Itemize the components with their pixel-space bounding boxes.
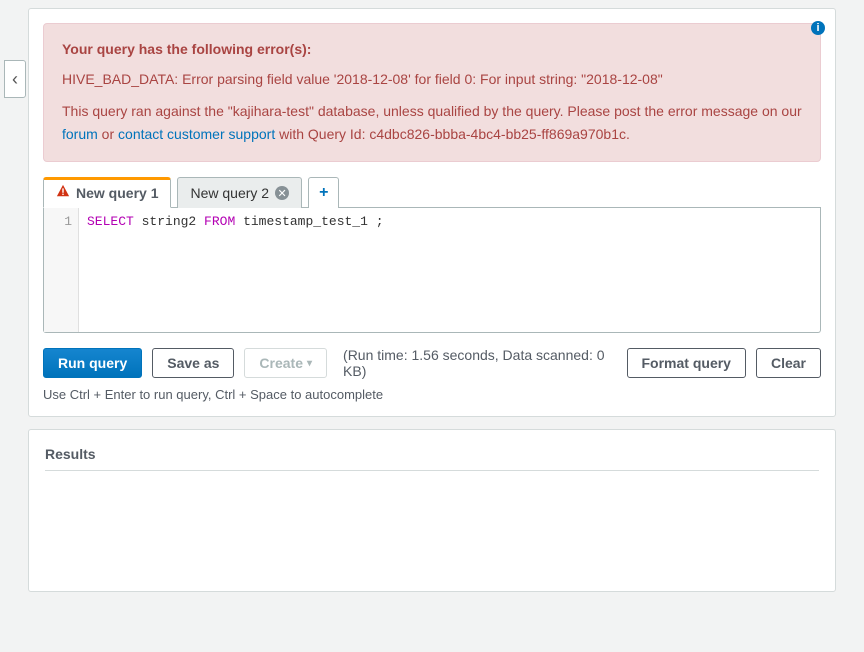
error-alert: Your query has the following error(s): H… — [43, 23, 821, 162]
error-context: This query ran against the "kajihara-tes… — [62, 100, 802, 148]
save-as-button[interactable]: Save as — [152, 348, 234, 378]
error-message: HIVE_BAD_DATA: Error parsing field value… — [62, 68, 802, 92]
sql-editor[interactable]: 1 SELECT string2 FROM timestamp_test_1 ; — [43, 208, 821, 333]
error-context-pre: This query ran against the "kajihara-tes… — [62, 103, 802, 119]
table-name: timestamp_test_1 — [243, 214, 368, 229]
tab-label: New query 1 — [76, 185, 158, 201]
error-context-post: with Query Id: c4dbc826-bbba-4bc4-bb25-f… — [275, 126, 630, 142]
tab-label: New query 2 — [190, 185, 269, 201]
tab-query-2[interactable]: New query 2 ✕ — [177, 177, 302, 208]
col-name: string2 — [142, 214, 197, 229]
results-title: Results — [45, 446, 819, 471]
line-number: 1 — [44, 212, 72, 232]
error-heading: Your query has the following error(s): — [62, 38, 802, 62]
chevron-down-icon: ▾ — [307, 358, 312, 369]
run-query-button[interactable]: Run query — [43, 348, 142, 378]
tab-add[interactable]: + — [308, 177, 339, 208]
clear-button[interactable]: Clear — [756, 348, 821, 378]
info-icon[interactable]: i — [811, 21, 825, 35]
terminator: ; — [368, 214, 384, 229]
plus-icon: + — [319, 186, 328, 200]
forum-link[interactable]: forum — [62, 126, 98, 142]
run-info: (Run time: 1.56 seconds, Data scanned: 0… — [337, 347, 616, 379]
keyboard-hint: Use Ctrl + Enter to run query, Ctrl + Sp… — [43, 387, 821, 402]
kw-from: FROM — [204, 214, 235, 229]
editor-gutter: 1 — [44, 208, 79, 332]
tab-bar: New query 1 New query 2 ✕ + — [43, 176, 821, 208]
create-label: Create — [259, 355, 303, 371]
editor-code[interactable]: SELECT string2 FROM timestamp_test_1 ; — [79, 208, 820, 332]
warning-icon — [56, 184, 70, 201]
create-button[interactable]: Create ▾ — [244, 348, 327, 378]
support-link[interactable]: contact customer support — [118, 126, 275, 142]
query-panel: i Your query has the following error(s):… — [28, 8, 836, 417]
chevron-left-icon: ‹ — [12, 69, 18, 90]
kw-select: SELECT — [87, 214, 134, 229]
sidebar-toggle[interactable]: ‹ — [4, 60, 26, 98]
close-icon[interactable]: ✕ — [275, 186, 289, 200]
format-query-button[interactable]: Format query — [627, 348, 746, 378]
action-bar: Run query Save as Create ▾ (Run time: 1.… — [43, 347, 821, 379]
error-context-mid: or — [98, 126, 118, 142]
tab-query-1[interactable]: New query 1 — [43, 177, 171, 208]
results-panel: Results — [28, 429, 836, 592]
